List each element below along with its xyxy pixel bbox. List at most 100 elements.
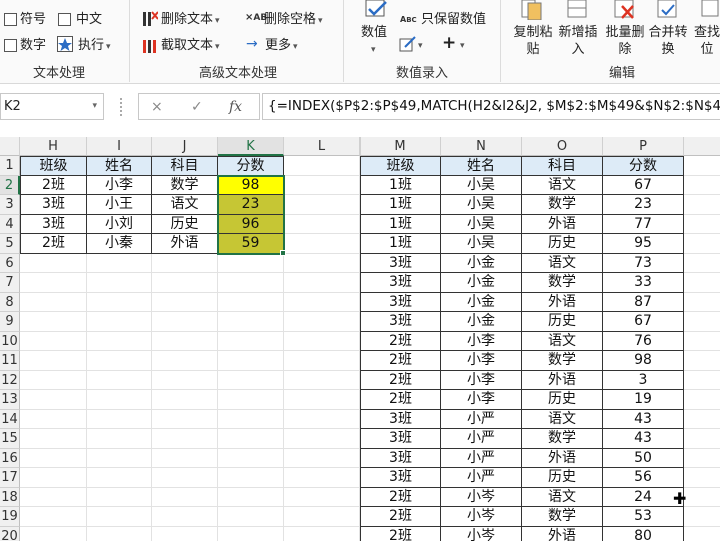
source-cell[interactable]: 小吴 (441, 195, 522, 215)
source-cell[interactable]: 历史 (522, 234, 603, 254)
lookup-cell[interactable]: 语文 (152, 195, 218, 215)
empty-cell[interactable] (284, 273, 360, 293)
select-all-corner[interactable] (0, 137, 20, 156)
row-header-16[interactable]: 16 (0, 448, 20, 468)
empty-cell[interactable] (684, 156, 720, 176)
empty-cell[interactable] (152, 273, 218, 293)
source-cell[interactable]: 77 (603, 214, 684, 234)
source-cell[interactable]: 2班 (360, 390, 441, 410)
result-cell[interactable]: 98 (218, 175, 284, 195)
source-cell[interactable]: 语文 (522, 409, 603, 429)
source-cell[interactable]: 小李 (441, 390, 522, 410)
empty-cell[interactable] (20, 468, 87, 488)
empty-cell[interactable] (684, 429, 720, 449)
empty-cell[interactable] (20, 312, 87, 332)
keep-numeric-button[interactable]: 只保留数值 (421, 12, 486, 28)
empty-cell[interactable] (87, 507, 152, 527)
row-header-6[interactable]: 6 (0, 253, 20, 273)
empty-cell[interactable] (152, 487, 218, 507)
name-box[interactable]: K2 ▾ (0, 93, 104, 120)
empty-cell[interactable] (284, 448, 360, 468)
empty-cell[interactable] (87, 390, 152, 410)
row-header-15[interactable]: 15 (0, 429, 20, 449)
result-cell[interactable]: 96 (218, 214, 284, 234)
source-cell[interactable]: 语文 (522, 487, 603, 507)
formula-input[interactable]: {=INDEX($P$2:$P$49,MATCH(H2&I2&J2, $M$2:… (262, 93, 720, 120)
empty-cell[interactable] (684, 371, 720, 390)
empty-cell[interactable] (284, 429, 360, 449)
empty-cell[interactable] (684, 254, 720, 273)
empty-cell[interactable] (284, 253, 360, 273)
source-cell[interactable]: 53 (603, 507, 684, 527)
empty-cell[interactable] (284, 487, 360, 507)
empty-cell[interactable] (684, 293, 720, 312)
empty-cell[interactable] (684, 468, 720, 488)
empty-cell[interactable] (87, 253, 152, 273)
empty-cell[interactable] (152, 390, 218, 410)
source-cell[interactable]: 50 (603, 448, 684, 468)
empty-cell[interactable] (218, 273, 284, 293)
more-button[interactable]: 更多 ▾ (265, 38, 298, 55)
cancel-icon[interactable]: × (151, 99, 163, 115)
source-cell[interactable]: 小金 (441, 312, 522, 332)
source-cell[interactable]: 历史 (522, 312, 603, 332)
row-header-18[interactable]: 18 (0, 487, 20, 507)
empty-cell[interactable] (684, 195, 720, 215)
lookup-header-cell[interactable]: 分数 (218, 156, 284, 176)
empty-cell[interactable] (684, 527, 720, 541)
empty-cell[interactable] (87, 526, 152, 541)
edit-icon[interactable] (399, 36, 417, 52)
source-cell[interactable]: 2班 (360, 351, 441, 371)
column-header-l[interactable]: L (284, 137, 360, 156)
empty-cell[interactable] (87, 487, 152, 507)
source-cell[interactable]: 3班 (360, 448, 441, 468)
row-header-9[interactable]: 9 (0, 312, 20, 332)
lookup-cell[interactable]: 小秦 (87, 234, 152, 254)
empty-cell[interactable] (20, 526, 87, 541)
find-button[interactable]: 查找位 (692, 24, 720, 58)
row-header-13[interactable]: 13 (0, 390, 20, 410)
source-cell[interactable]: 语文 (522, 253, 603, 273)
source-cell[interactable]: 19 (603, 390, 684, 410)
source-cell[interactable]: 小严 (441, 448, 522, 468)
empty-cell[interactable] (684, 215, 720, 234)
column-header-j[interactable]: J (152, 137, 218, 156)
source-cell[interactable]: 1班 (360, 214, 441, 234)
row-header-3[interactable]: 3 (0, 195, 20, 215)
source-cell[interactable]: 3班 (360, 292, 441, 312)
empty-cell[interactable] (20, 390, 87, 410)
empty-cell[interactable] (218, 487, 284, 507)
source-cell[interactable]: 3班 (360, 273, 441, 293)
lookup-cell[interactable]: 历史 (152, 214, 218, 234)
empty-cell[interactable] (152, 292, 218, 312)
empty-cell[interactable] (87, 351, 152, 371)
source-cell[interactable]: 1班 (360, 195, 441, 215)
source-cell[interactable]: 小金 (441, 292, 522, 312)
source-cell[interactable]: 数学 (522, 195, 603, 215)
plus-dropdown-icon[interactable]: ▾ (460, 38, 465, 54)
source-cell[interactable]: 3班 (360, 312, 441, 332)
source-cell[interactable]: 外语 (522, 526, 603, 541)
empty-cell[interactable] (284, 195, 360, 215)
empty-cell[interactable] (87, 292, 152, 312)
source-cell[interactable]: 外语 (522, 214, 603, 234)
source-cell[interactable]: 数学 (522, 507, 603, 527)
empty-cell[interactable] (87, 273, 152, 293)
source-cell[interactable]: 95 (603, 234, 684, 254)
source-cell[interactable]: 3班 (360, 429, 441, 449)
empty-cell[interactable] (684, 273, 720, 293)
insert-function-icon[interactable]: fx (229, 99, 242, 115)
source-cell[interactable]: 小吴 (441, 214, 522, 234)
lookup-cell[interactable]: 小李 (87, 175, 152, 195)
empty-cell[interactable] (218, 526, 284, 541)
empty-cell[interactable] (20, 292, 87, 312)
empty-cell[interactable] (284, 409, 360, 429)
empty-cell[interactable] (152, 331, 218, 351)
source-cell[interactable]: 73 (603, 253, 684, 273)
batch-delete-button[interactable]: 批量删除 (602, 24, 648, 58)
lookup-header-cell[interactable]: 姓名 (87, 156, 152, 176)
source-cell[interactable]: 外语 (522, 448, 603, 468)
empty-cell[interactable] (284, 370, 360, 390)
result-cell[interactable]: 23 (218, 195, 284, 215)
empty-cell[interactable] (218, 370, 284, 390)
